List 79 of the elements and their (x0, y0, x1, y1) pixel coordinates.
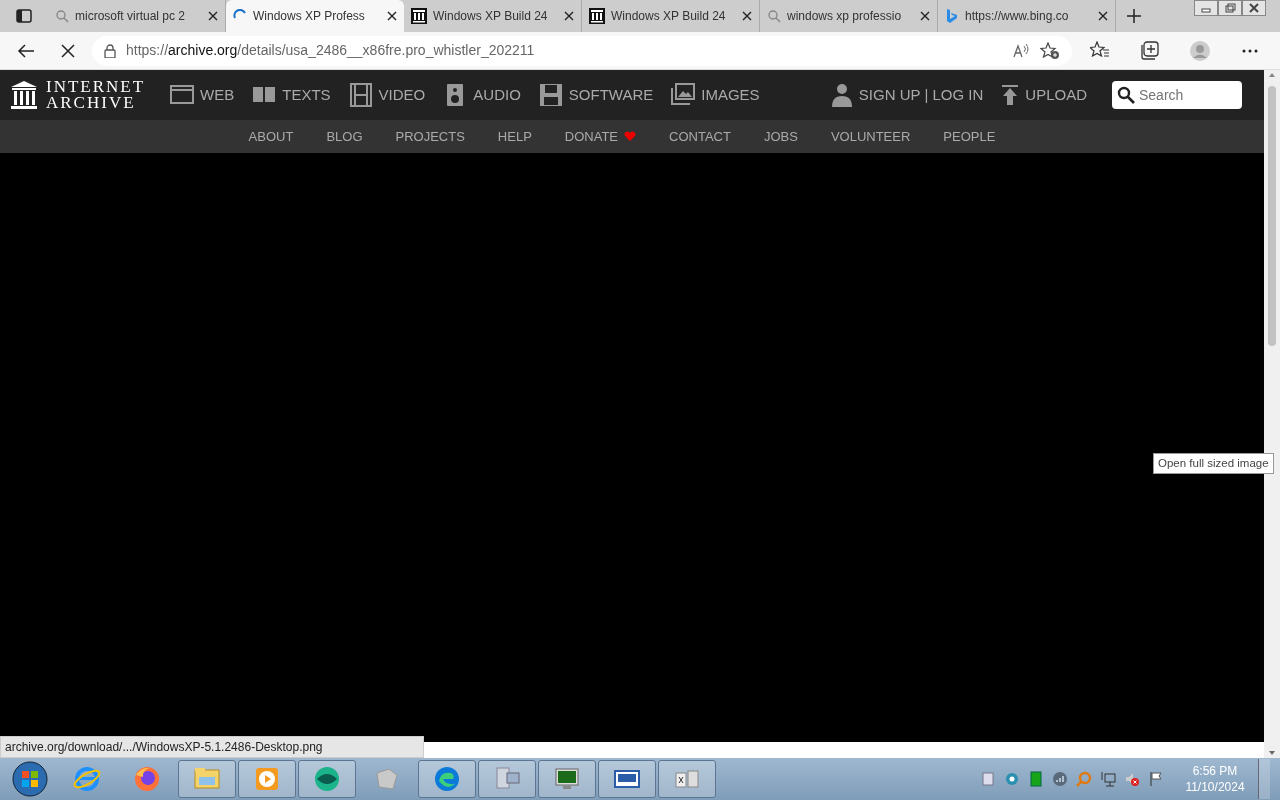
nav-link[interactable]: HELP (497, 126, 532, 147)
scrollbar-thumb[interactable] (1268, 86, 1276, 346)
signal-icon[interactable] (1052, 771, 1068, 787)
close-icon[interactable] (564, 11, 574, 21)
upload-arrow-icon (1001, 84, 1020, 106)
media-nav-link[interactable]: TEXTS (243, 83, 340, 107)
site-logo[interactable]: INTERNET ARCHIVE (10, 79, 146, 111)
wave-icon (433, 765, 461, 793)
media-nav-link[interactable]: AUDIO (434, 83, 530, 107)
media-nav-link[interactable]: SOFTWARE (529, 83, 663, 107)
nav-link[interactable]: DONATE (564, 126, 637, 147)
sign-in-link[interactable]: SIGN UP | LOG IN (821, 83, 993, 107)
collections-icon[interactable] (1140, 40, 1160, 61)
flag-icon[interactable] (1148, 771, 1164, 787)
stop-icon (61, 43, 75, 58)
windows-orb-icon (12, 761, 48, 797)
taskbar-app-button[interactable] (178, 760, 236, 798)
close-icon (1246, 2, 1262, 14)
upload-link[interactable]: UPLOAD (992, 83, 1096, 107)
search-icon (767, 9, 781, 23)
taskbar-app-button[interactable] (298, 760, 356, 798)
taskbar-app-button[interactable] (598, 760, 656, 798)
gear-icon[interactable] (1004, 771, 1020, 787)
taskbar-app-button[interactable] (418, 760, 476, 798)
network-icon[interactable] (1100, 771, 1116, 787)
back-arrow-icon (17, 42, 35, 59)
close-icon[interactable] (920, 11, 930, 21)
temple-icon (10, 80, 38, 110)
nav-link[interactable]: VOLUNTEER (830, 126, 911, 147)
nav-link[interactable]: BLOG (326, 126, 363, 147)
columns-icon (411, 8, 427, 24)
nav-link[interactable]: CONTACT (669, 126, 731, 147)
close-icon[interactable] (208, 11, 218, 21)
speaker-muted-icon[interactable] (1124, 771, 1140, 787)
new-tab-icon[interactable] (1126, 8, 1142, 24)
lock-icon (104, 43, 116, 58)
media-nav-link[interactable]: WEB (161, 83, 244, 107)
url-text: https://archive.org/details/usa_2486__x86fre.pro_whistler_202211 (126, 41, 535, 60)
read-aloud-icon[interactable] (1012, 42, 1030, 59)
taskbar-app-button[interactable] (238, 760, 296, 798)
close-icon[interactable] (387, 11, 397, 21)
tab-actions-icon[interactable] (16, 9, 32, 23)
restore-icon (1222, 2, 1238, 14)
fox-globe-icon (133, 765, 161, 793)
window-control-button[interactable] (1218, 0, 1242, 16)
film-strip-icon (348, 83, 373, 107)
status-url: archive.org/download/.../WindowsXP-5.1.2486-Desktop.png (0, 736, 424, 758)
person-icon (830, 83, 853, 107)
search-field[interactable]: Search (1112, 81, 1242, 109)
letter-e-icon (73, 765, 101, 793)
show-desktop-button[interactable] (1258, 759, 1270, 799)
tooltip: Open full sized image (1153, 453, 1274, 475)
nav-link[interactable]: JOBS (763, 126, 798, 147)
nav-link[interactable]: ABOUT (248, 126, 294, 147)
columns-icon (589, 8, 605, 24)
close-icon[interactable] (742, 11, 752, 21)
avatar-icon[interactable] (1190, 40, 1210, 61)
taskbar-app-button[interactable] (658, 760, 716, 798)
browser-tab[interactable]: Windows XP Profess (226, 0, 404, 32)
play-icon (253, 765, 281, 793)
taskbar-app-button[interactable] (478, 760, 536, 798)
media-nav-link[interactable]: VIDEO (339, 83, 435, 107)
server-icon[interactable] (980, 771, 996, 787)
browser-window-icon (170, 83, 195, 107)
heart-icon (624, 131, 637, 142)
media-nav-link[interactable]: IMAGES (662, 83, 769, 107)
window-control-button[interactable] (1242, 0, 1266, 16)
swirl-icon (313, 765, 341, 793)
search-icon (55, 9, 69, 23)
star-add-icon[interactable] (1040, 41, 1060, 60)
b-logo-icon (945, 8, 959, 24)
search-icon (1117, 86, 1135, 104)
address-field[interactable]: https://archive.org/details/usa_2486__x86fre.pro_whistler_202211 (92, 35, 1072, 66)
taskbar-app-button[interactable] (538, 760, 596, 798)
nav-link[interactable]: PEOPLE (943, 126, 996, 147)
nav-link[interactable]: PROJECTS (395, 126, 465, 147)
cube-icon (373, 765, 401, 793)
photos-icon (671, 83, 696, 107)
close-icon[interactable] (1098, 11, 1108, 21)
